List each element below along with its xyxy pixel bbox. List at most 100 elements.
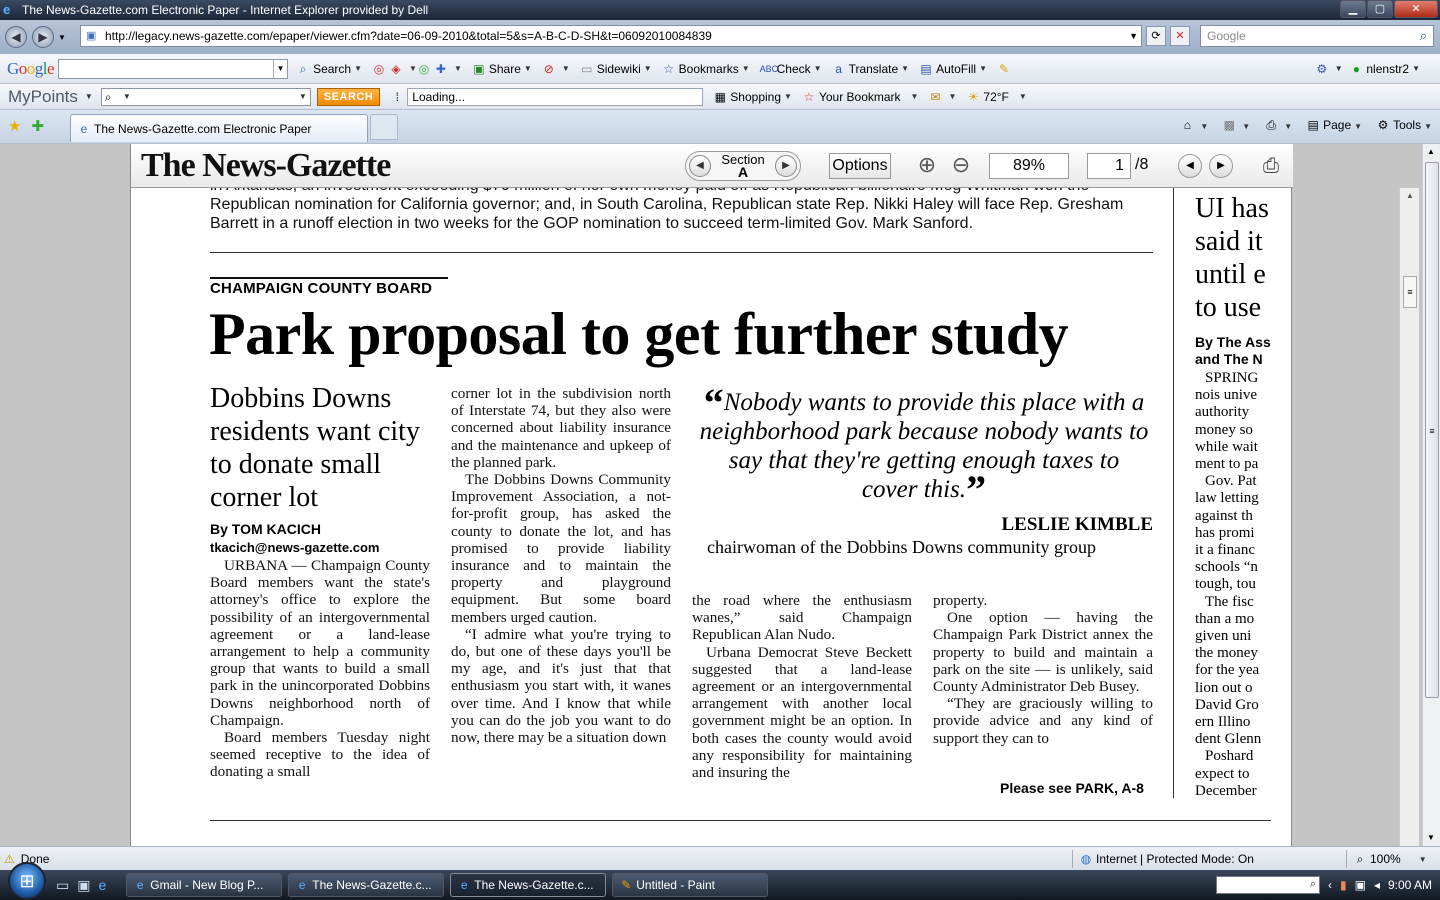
back-button[interactable]: ◀ <box>5 26 27 48</box>
print-button[interactable]: ⎙ ▼ <box>1264 118 1292 132</box>
popup-blocker-button[interactable]: ⊘ ▼ <box>542 62 570 76</box>
jump-line-link[interactable]: Please see PARK, A-8 <box>1000 780 1144 796</box>
feeds-button[interactable]: ▩ ▼ <box>1222 118 1251 132</box>
prev-page-button[interactable]: ◀ <box>1178 154 1202 178</box>
pull-quote-text: Nobody wants to provide this place with … <box>699 389 1149 503</box>
minimize-button[interactable]: ▁ <box>1340 0 1366 18</box>
autofill-button[interactable]: ▤ AutoFill ▼ <box>919 62 987 76</box>
ie-tab-icon: e <box>80 121 88 136</box>
clock[interactable]: 9:00 AM <box>1388 878 1432 892</box>
zoom-in-icon[interactable]: ⊕ <box>911 150 943 182</box>
start-button[interactable]: ⊞ <box>8 862 46 900</box>
taskbar-item-paint[interactable]: ✎ Untitled - Paint <box>612 873 769 897</box>
story-kicker: CHAMPAIGN COUNTY BOARD <box>210 280 433 297</box>
desktop-search-input[interactable]: ⌕ <box>1215 876 1320 894</box>
zoom-out-icon[interactable]: ⊖ <box>945 150 977 182</box>
tab-news-gazette[interactable]: e The News-Gazette.com Electronic Paper <box>70 114 368 142</box>
close-button[interactable]: ✕ <box>1394 0 1438 18</box>
share-button[interactable]: ▣ Share ▼ <box>472 62 532 76</box>
adjacent-body-line: Gov. Pat <box>1205 473 1257 490</box>
show-desktop-icon[interactable]: ▭ <box>56 877 69 894</box>
scroll-thumb[interactable]: ≡ <box>1403 276 1417 308</box>
google-toolbar: Google ▼ ⌕ Search ▼ ◎ ◈ ▼ ◎ ✚ ▼ ▣ Share ▼ ⊘ ▼ ▭ Sid… <box>0 54 1440 84</box>
star-icon: ☆ <box>803 89 815 104</box>
zoom-control[interactable]: ⌕ 100% ▼ <box>1346 850 1427 868</box>
mail-button[interactable]: ✉ ▼ <box>928 90 956 104</box>
adjacent-story: UI has said it until e to use By The Ass… <box>1195 192 1271 800</box>
page-scrollbar[interactable]: ▲ ≡ ▼ <box>1422 144 1440 846</box>
security-zone[interactable]: ◍ Internet | Protected Mode: On <box>1072 850 1254 868</box>
maximize-button[interactable]: ▢ <box>1367 0 1393 18</box>
ie-quicklaunch-icon[interactable]: e <box>98 877 106 894</box>
mypoints-toolbar: MyPoints ▼ ⌕ ▼ ▼ SEARCH ⁞ Loading... ▦ Shopp… <box>0 84 1440 110</box>
adjacent-body-line: The fisc <box>1205 593 1254 610</box>
taskbar-item-news-gazette-1[interactable]: e The News-Gazette.c... <box>288 873 445 897</box>
taskbar-item-gmail[interactable]: e Gmail - New Blog P... <box>126 873 283 897</box>
taskbar-item-news-gazette-2[interactable]: e The News-Gazette.c... <box>450 873 607 897</box>
address-field[interactable]: ▣ http://legacy.news-gazette.com/epaper/… <box>80 25 1142 47</box>
volume-icon[interactable]: ◂ <box>1374 878 1380 892</box>
adjacent-body-line: Poshard <box>1205 748 1254 765</box>
google-search-field[interactable]: ▼ <box>58 58 289 79</box>
tray-app-icon[interactable]: ▮ <box>1340 878 1347 892</box>
mypoints-search-field[interactable]: ⌕ ▼ ▼ <box>100 87 311 106</box>
paragraph: corner lot in the subdivision north of I… <box>451 385 671 471</box>
add-favorite-icon[interactable]: ✚ <box>31 117 44 135</box>
page-number-field[interactable]: 1 <box>1087 153 1131 179</box>
favorites-star-icon[interactable]: ★ <box>8 117 21 135</box>
scroll-up-icon[interactable]: ▲ <box>1423 144 1439 160</box>
masthead-logo[interactable]: The News-Gazette <box>141 147 391 185</box>
switch-windows-icon[interactable]: ▣ <box>77 877 90 894</box>
weather-button[interactable]: ☀ 72°F ▼ <box>966 90 1027 104</box>
translate-button[interactable]: a Translate ▼ <box>832 62 909 76</box>
adjacent-body-line: expect to <box>1195 765 1250 782</box>
sidewiki-button[interactable]: ▭ Sidewiki ▼ <box>580 62 652 76</box>
new-tab-button[interactable] <box>370 114 398 140</box>
pull-quote: “Nobody wants to provide this place with… <box>699 383 1149 510</box>
next-page-button[interactable]: ▶ <box>1209 154 1233 178</box>
options-button[interactable]: Options <box>829 153 891 179</box>
url-text[interactable]: http://legacy.news-gazette.com/epaper/vi… <box>105 29 712 43</box>
adjacent-body-line: than a mo <box>1195 610 1255 627</box>
prev-section-button[interactable]: ◀ <box>689 155 711 177</box>
scroll-up-icon[interactable]: ▲ <box>1400 188 1420 204</box>
refresh-icon[interactable]: ⟳ <box>1146 26 1166 46</box>
recent-pages-icon[interactable]: ▼ <box>58 33 66 42</box>
account-menu[interactable]: ⚙ ▼ ● nlenstr2 ▼ <box>1315 62 1420 76</box>
forward-button[interactable]: ▶ <box>32 26 54 48</box>
scroll-down-icon[interactable]: ▼ <box>1423 830 1439 846</box>
highlight-button[interactable]: ✎ <box>997 62 1014 76</box>
adjacent-body-line: ment to pa <box>1195 456 1259 473</box>
home-button[interactable]: ⌂ ▼ <box>1180 118 1209 132</box>
page-menu[interactable]: ▤ Page ▼ <box>1306 118 1362 132</box>
toolbar-extras[interactable]: ◎ ◈ ▼ ◎ ✚ ▼ <box>372 62 462 76</box>
adjacent-body-line: against th <box>1195 507 1253 524</box>
scroll-thumb[interactable]: ≡ <box>1425 162 1439 698</box>
network-icon[interactable]: ▣ <box>1355 878 1366 892</box>
paragraph: Board members Tuesday night seemed recep… <box>210 729 430 781</box>
stop-icon[interactable]: ✕ <box>1170 26 1190 46</box>
section-selector[interactable]: ◀ Section A ▶ <box>685 151 801 181</box>
check-button[interactable]: ABC Check ▼ <box>760 62 822 76</box>
window-titlebar: e The News-Gazette.com Electronic Paper … <box>0 0 1440 20</box>
address-dropdown-icon[interactable]: ▼ <box>1129 31 1138 41</box>
shopping-button[interactable]: ▦ Shopping ▼ <box>713 90 792 104</box>
section-label: Section A <box>721 152 765 180</box>
search-input[interactable]: Google ⌕ <box>1200 25 1434 47</box>
mypoints-search-button[interactable]: SEARCH <box>316 87 381 106</box>
print-page-icon[interactable]: ⎙ <box>1257 152 1285 180</box>
bookmarks-button[interactable]: ☆ Bookmarks ▼ <box>662 62 749 76</box>
search-icon[interactable]: ⌕ <box>1420 28 1427 44</box>
zoom-level-field[interactable]: 89% <box>989 153 1069 179</box>
adjacent-body-line: authority <box>1195 404 1250 421</box>
google-search-button[interactable]: ⌕ Search ▼ <box>296 62 362 76</box>
your-bookmark-button[interactable]: ☆ Your Bookmark ▼ <box>802 90 919 104</box>
viewer-scrollbar[interactable]: ▲ ≡ <box>1399 188 1419 846</box>
warning-icon[interactable]: ⚠ <box>4 852 15 866</box>
mypoints-ticker: Loading... <box>407 87 704 106</box>
tray-chevron-icon[interactable]: ‹ <box>1328 878 1332 892</box>
next-section-button[interactable]: ▶ <box>775 155 797 177</box>
chevron-down-icon[interactable]: ▼ <box>273 59 287 78</box>
tools-menu[interactable]: ⚙ Tools ▼ <box>1376 118 1432 132</box>
mypoints-logo[interactable]: MyPoints <box>8 87 78 107</box>
